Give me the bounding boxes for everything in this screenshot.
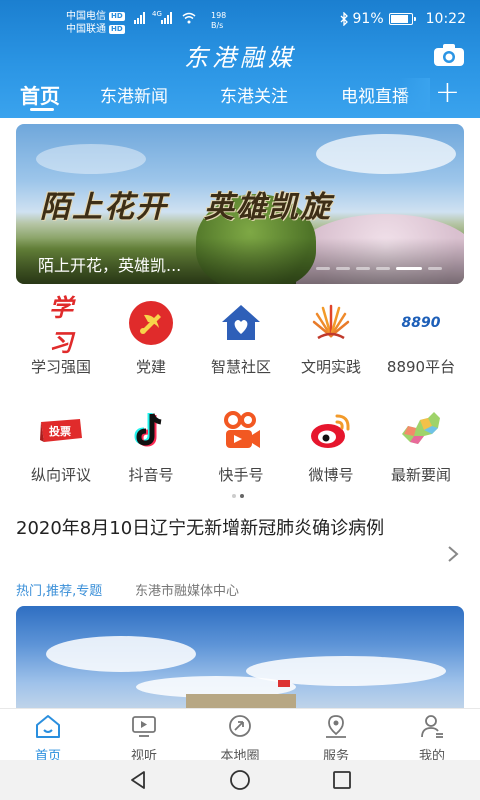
camera-button[interactable] [432, 42, 466, 68]
camera-icon [434, 44, 464, 66]
kuaishou-icon [218, 408, 264, 454]
location-service-icon [326, 715, 346, 738]
add-channel-button[interactable]: + [435, 78, 460, 108]
recent-apps-icon[interactable] [330, 768, 354, 792]
svg-text:投票: 投票 [49, 424, 71, 438]
carrier-2: 中国联通 [66, 24, 106, 35]
home-icon [36, 715, 60, 738]
grid-item-8890[interactable]: 8890 8890平台 [376, 300, 466, 377]
user-profile-icon [421, 715, 443, 738]
wifi-icon [182, 12, 196, 24]
flag [278, 680, 290, 687]
xuexi-qiangguo-icon: 学习 [49, 293, 73, 357]
hd-badge: HD [109, 25, 125, 34]
article-title[interactable]: 2020年8月10日辽宁无新增新冠肺炎确诊病例 [16, 516, 436, 542]
banner-caption: 陌上开花，英雄凯... [38, 256, 182, 275]
cloud [36, 144, 146, 174]
carrier-1: 中国电信 [66, 11, 106, 22]
tab-donggang-focus[interactable]: 东港关注 [220, 82, 288, 107]
battery-percent: 91% [352, 11, 384, 27]
weibo-icon [308, 408, 354, 454]
grid-page-indicator [232, 494, 244, 498]
banner-calligraphy: 陌上花开 英雄凯旋 [40, 190, 332, 225]
app-screen: 中国电信 HD 中国联通 HD 4G 198 B/s 91% 10:22 东港融… [0, 0, 480, 800]
grid-item-weibo[interactable]: 微博号 [286, 408, 376, 485]
signal-icon [134, 12, 145, 24]
status-right: 91% 10:22 [340, 11, 466, 27]
bluetooth-icon [340, 12, 348, 26]
civilization-practice-icon [308, 300, 354, 346]
8890-platform-icon: 8890 [401, 315, 441, 331]
grid-item-civilization[interactable]: 文明实践 [286, 300, 376, 377]
back-icon[interactable] [126, 768, 150, 792]
cloud [316, 134, 456, 174]
douyin-icon [128, 408, 174, 454]
nav-mine[interactable]: 我的 [392, 713, 472, 764]
grid-item-community[interactable]: 智慧社区 [196, 300, 286, 377]
home-circle-icon[interactable] [228, 768, 252, 792]
tv-icon [132, 716, 156, 737]
nav-local-circle[interactable]: 本地圈 [200, 713, 280, 764]
cloud [46, 636, 196, 672]
header: 中国电信 HD 中国联通 HD 4G 198 B/s 91% 10:22 东港融… [0, 0, 480, 118]
grid-item-party[interactable]: 党建 [106, 300, 196, 377]
tab-tv-live[interactable]: 电视直播 [341, 82, 409, 107]
party-emblem-icon [128, 300, 174, 346]
tab-fade [400, 78, 430, 112]
bottom-nav: 首页 视听 本地圈 服务 我的 [0, 708, 480, 764]
hd-badge: HD [109, 12, 125, 21]
signal-icons: 4G [134, 10, 196, 24]
tab-active-indicator [30, 108, 54, 111]
article-tags[interactable]: 热门,推荐,专题 [16, 580, 102, 599]
grid-item-vote[interactable]: 投票 纵向评议 [16, 408, 106, 485]
vote-ticket-icon: 投票 [38, 408, 84, 454]
grid-item-douyin[interactable]: 抖音号 [106, 408, 196, 485]
tab-donggang-news[interactable]: 东港新闻 [100, 82, 168, 107]
home-community-icon [218, 300, 264, 346]
nav-home[interactable]: 首页 [8, 713, 88, 764]
grid-item-xuexi[interactable]: 学习 学习强国 [16, 293, 106, 377]
map-liaoning-icon [398, 408, 444, 454]
banner-carousel[interactable]: 陌上花开 英雄凯旋 陌上开花，英雄凯... [16, 124, 464, 284]
signal-icon: 4G [152, 10, 172, 24]
nav-service[interactable]: 服务 [296, 713, 376, 764]
channel-tabs: 首页 东港新闻 东港关注 电视直播 + [0, 78, 480, 116]
net-speed: 198 B/s [211, 11, 227, 30]
status-bar: 中国电信 HD 中国联通 HD 4G 198 B/s 91% 10:22 [0, 0, 480, 40]
carousel-indicator [316, 267, 442, 270]
carrier-info: 中国电信 HD 中国联通 HD [66, 10, 125, 36]
article-source: 东港市融媒体中心 [135, 584, 240, 599]
nav-audiovisual[interactable]: 视听 [104, 713, 184, 764]
app-title: 东港融媒 [184, 44, 296, 72]
grid-item-kuaishou[interactable]: 快手号 [196, 408, 286, 485]
battery-icon [388, 13, 416, 25]
grid-item-latest-news[interactable]: 最新要闻 [376, 408, 466, 485]
local-circle-icon [229, 715, 251, 737]
clock: 10:22 [425, 11, 466, 27]
tab-home[interactable]: 首页 [20, 80, 60, 109]
chevron-right-icon[interactable] [446, 544, 460, 564]
system-navigation-bar [0, 760, 480, 800]
article-thumbnail[interactable] [16, 606, 464, 716]
